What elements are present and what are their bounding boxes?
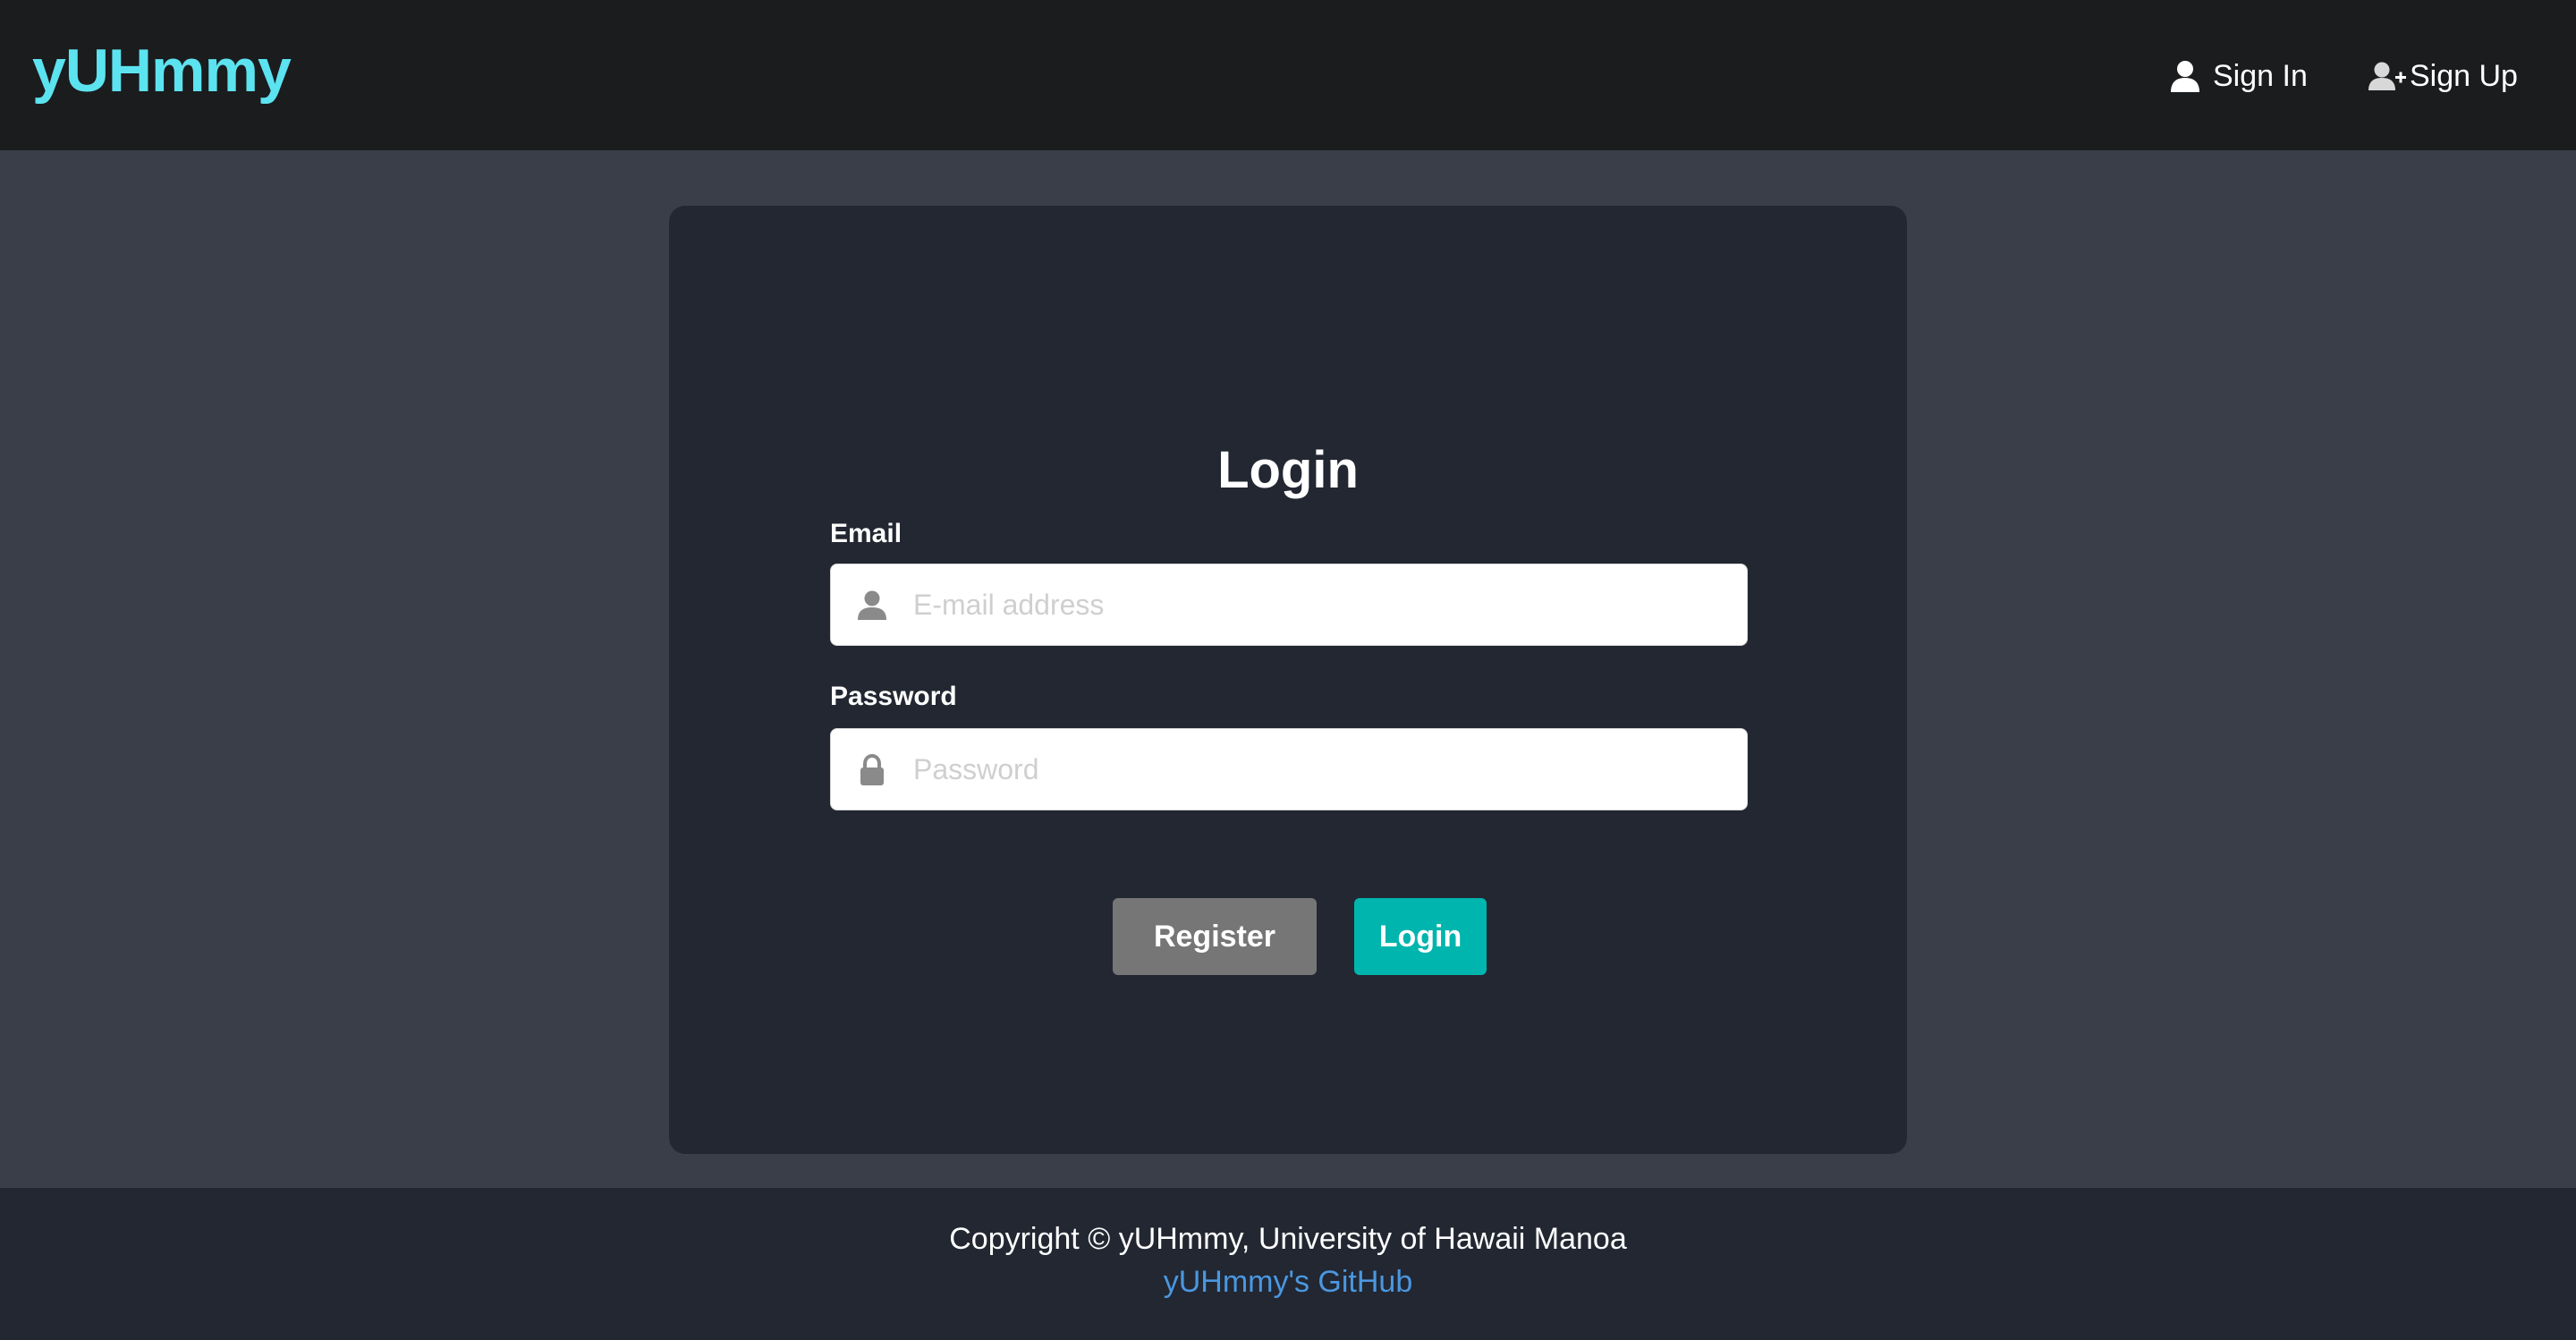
sign-in-link[interactable]: Sign In — [2170, 54, 2308, 98]
copyright-text: Copyright © yUHmmy, University of Hawaii… — [949, 1222, 1627, 1256]
password-input[interactable] — [911, 729, 1725, 810]
login-title: Login — [1217, 441, 1359, 499]
password-label: Password — [830, 682, 957, 711]
add-user-icon — [2368, 60, 2408, 92]
main-content: Login Email Password Register Login — [0, 150, 2576, 1188]
brand-logo[interactable]: yUHmmy — [32, 36, 292, 106]
sign-up-link[interactable]: Sign Up — [2368, 54, 2518, 98]
sign-in-label: Sign In — [2213, 58, 2308, 93]
password-field-container — [830, 728, 1748, 810]
sign-up-label: Sign Up — [2410, 58, 2518, 93]
user-icon — [856, 589, 888, 622]
lock-icon — [856, 753, 888, 786]
github-link[interactable]: yUHmmy's GitHub — [0, 1265, 2576, 1300]
register-button[interactable]: Register — [1113, 898, 1317, 975]
email-label: Email — [830, 519, 902, 548]
email-field-container — [830, 564, 1748, 646]
top-navbar: yUHmmy Sign In Sign Up — [0, 0, 2576, 150]
email-input[interactable] — [911, 564, 1725, 645]
login-card: Login Email Password Register Login — [669, 206, 1907, 1154]
user-icon — [2170, 60, 2200, 92]
footer: Copyright © yUHmmy, University of Hawaii… — [0, 1188, 2576, 1340]
login-button[interactable]: Login — [1354, 898, 1487, 975]
